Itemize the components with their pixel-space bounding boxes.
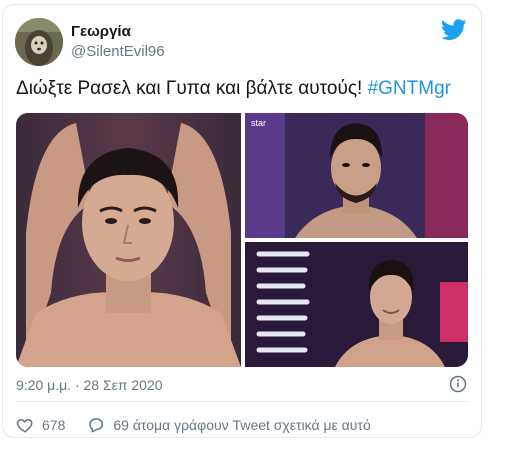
avatar-image <box>15 18 63 66</box>
reply-link[interactable]: 69 άτομα γράφουν Tweet σχετικά με αυτό <box>87 416 371 434</box>
photo-top-right[interactable]: star <box>245 113 468 238</box>
speech-bubble-icon <box>89 418 104 433</box>
reply-text: 69 άτομα γράφουν Tweet σχετικά με αυτό <box>113 417 371 433</box>
tweet-card[interactable]: Γεωργία @SilentEvil96 Διώξτε Ρασελ και Γ… <box>2 4 482 438</box>
timestamp[interactable]: 9:20 μ.μ. · 28 Σεπ 2020 <box>16 377 163 393</box>
heart-outline-icon <box>16 418 33 433</box>
photo-top-right-image <box>245 113 468 238</box>
display-name[interactable]: Γεωργία <box>71 23 131 40</box>
photo-main-image <box>16 113 241 367</box>
like-button[interactable]: 678 <box>16 416 65 434</box>
avatar[interactable] <box>15 18 63 66</box>
user-handle[interactable]: @SilentEvil96 <box>71 43 165 60</box>
media-grid[interactable]: star <box>16 113 468 367</box>
tweet-body: Διώξτε Ρασελ και Γυπα και βάλτε αυτούς! <box>16 78 368 99</box>
tweet-text: Διώξτε Ρασελ και Γυπα και βάλτε αυτούς! … <box>16 78 451 100</box>
photo-bottom-right[interactable] <box>245 242 468 367</box>
info-circle-icon[interactable] <box>449 375 467 393</box>
action-bar: 678 69 άτομα γράφουν Tweet σχετικά με αυ… <box>16 415 371 435</box>
twitter-bird-icon[interactable] <box>441 19 467 41</box>
like-count: 678 <box>42 417 66 433</box>
photo-main[interactable] <box>16 113 241 367</box>
hashtag-link[interactable]: #GNTMgr <box>368 78 451 99</box>
photo-bottom-right-image <box>245 242 468 367</box>
watermark-logo: star <box>251 118 267 128</box>
divider <box>16 401 468 402</box>
